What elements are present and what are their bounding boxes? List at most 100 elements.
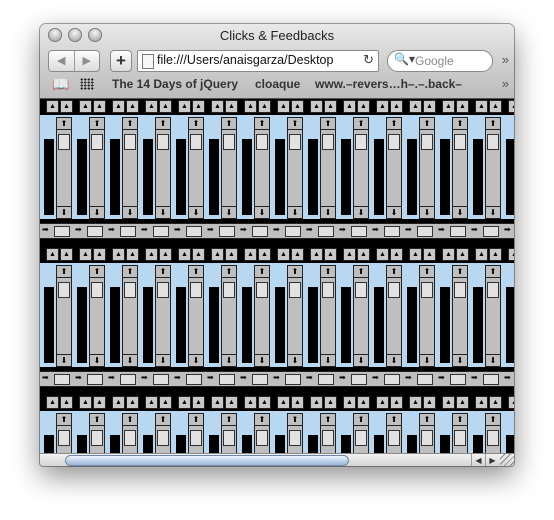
down-arrow-icon: ⬇	[222, 206, 236, 218]
up-arrow-icon: ▲	[112, 396, 125, 409]
browser-toolbar: Clicks & Feedbacks ◀ ▶ + file:///Users/a…	[40, 24, 514, 99]
toolbar-overflow-icon[interactable]: »	[502, 52, 509, 67]
up-arrow-icon: ▲	[475, 100, 488, 113]
vertical-scrollbar: ⬆⬇	[122, 117, 138, 219]
up-arrow-icon: ▲	[508, 100, 514, 113]
up-arrow-icon: ▲	[178, 100, 191, 113]
bookmarks-book-icon[interactable]: 📖	[52, 76, 69, 93]
forward-button[interactable]: ▶	[75, 51, 100, 71]
scrollbar-thumb	[417, 226, 433, 237]
scrollbar-thumb	[219, 374, 235, 385]
resize-grip-icon[interactable]	[500, 454, 514, 466]
black-bar	[341, 287, 351, 363]
black-bar	[473, 287, 483, 363]
scrollbar-tile: ▲▲⬆⬇➡	[172, 99, 205, 247]
up-arrow-icon: ⬆	[321, 266, 335, 278]
up-arrow-icon: ▲	[93, 100, 106, 113]
scrollbar-thumb	[58, 430, 70, 446]
black-bar	[143, 139, 153, 215]
up-arrow-icon: ▲	[489, 396, 502, 409]
vertical-scrollbar: ⬆⬇	[254, 117, 270, 219]
search-icon[interactable]: 🔍▾	[394, 52, 415, 66]
search-field[interactable]: 🔍▾ Google	[387, 50, 493, 72]
vertical-scrollbar: ⬆⬇	[320, 265, 336, 367]
up-arrow-icon: ⬆	[189, 414, 203, 426]
up-arrow-icon: ▲	[258, 396, 271, 409]
horizontal-scrollbar: ➡	[205, 371, 238, 387]
up-arrow-icon: ▲	[178, 248, 191, 261]
right-arrow-icon: ➡	[108, 373, 115, 382]
right-arrow-icon: ➡	[75, 373, 82, 382]
up-arrow-icon: ▲	[244, 100, 257, 113]
up-arrow-icon: ▲	[409, 396, 422, 409]
scrollbar-thumb	[256, 430, 268, 446]
up-arrow-icon: ⬆	[288, 266, 302, 278]
vertical-scrollbar: ⬆⬇	[188, 265, 204, 367]
horizontal-scrollbar: ➡	[403, 223, 436, 239]
black-bar	[209, 435, 219, 453]
up-arrow-icon: ⬆	[90, 414, 104, 426]
up-arrow-icon: ▲	[159, 248, 172, 261]
scrollbar-thumb	[421, 430, 433, 446]
scrollbar-tile: ▲▲⬆⬇➡	[304, 99, 337, 247]
up-arrow-icon: ▲	[357, 248, 370, 261]
vertical-scrollbar: ⬆⬇	[221, 413, 237, 453]
up-arrow-icon: ⬆	[123, 414, 137, 426]
up-arrow-icon: ▲	[192, 396, 205, 409]
scrollbar-thumb	[285, 226, 301, 237]
vertical-scrollbar: ⬆⬇	[89, 117, 105, 219]
scrollbar-thumb	[285, 374, 301, 385]
horizontal-scrollbar: ➡	[304, 371, 337, 387]
horizontal-scrollbar[interactable]: ◀ ▶	[40, 453, 514, 466]
top-sites-grid-icon[interactable]	[80, 78, 94, 90]
right-arrow-icon: ➡	[141, 225, 148, 234]
address-text[interactable]: file:///Users/anaisgarza/Desktop	[157, 53, 357, 67]
right-arrow-icon: ➡	[339, 225, 346, 234]
scrollbar-thumb	[91, 282, 103, 298]
bookmarks-overflow-icon[interactable]: »	[502, 76, 509, 91]
right-arrow-icon: ➡	[471, 225, 478, 234]
right-arrow-icon: ➡	[372, 225, 379, 234]
add-bookmark-button[interactable]: +	[110, 50, 132, 72]
up-arrow-icon: ▲	[79, 100, 92, 113]
horizontal-scrollbar: ➡	[469, 223, 502, 239]
up-arrow-icon: ▲	[442, 396, 455, 409]
horizontal-scrollbar: ➡	[502, 223, 514, 239]
up-arrow-icon: ▲	[291, 248, 304, 261]
bookmark-item[interactable]: www.–revers…h–.–.back–	[315, 77, 462, 91]
vertical-scrollbar: ⬆⬇	[122, 413, 138, 453]
scrollbar-tile: ▲▲⬆⬇➡	[304, 395, 337, 453]
back-button[interactable]: ◀	[49, 51, 75, 71]
scrollbar-thumb	[87, 226, 103, 237]
up-arrow-icon: ⬆	[387, 266, 401, 278]
up-arrow-icon: ▲	[244, 396, 257, 409]
scrollbar-thumb[interactable]	[65, 455, 349, 466]
scrollbar-tile: ▲▲⬆⬇➡	[271, 395, 304, 453]
bookmark-item[interactable]: cloaque	[255, 77, 300, 91]
scrollbar-thumb	[223, 430, 235, 446]
scroll-right-arrow[interactable]: ▶	[485, 454, 499, 466]
scrollbar-thumb	[417, 374, 433, 385]
vertical-scrollbar: ⬆⬇	[320, 413, 336, 453]
black-bar	[407, 435, 417, 453]
scrollbar-thumb	[186, 374, 202, 385]
vertical-scrollbar: ⬆⬇	[419, 117, 435, 219]
right-arrow-icon: ➡	[273, 373, 280, 382]
up-arrow-icon: ⬆	[222, 414, 236, 426]
down-arrow-icon: ⬇	[354, 354, 368, 366]
up-arrow-icon: ▲	[178, 396, 191, 409]
scrollbar-tile: ▲▲⬆⬇➡	[73, 247, 106, 395]
address-bar[interactable]: file:///Users/anaisgarza/Desktop ↻	[137, 50, 379, 72]
scrollbar-tile: ▲▲⬆⬇➡	[337, 99, 370, 247]
up-arrow-icon: ▲	[192, 248, 205, 261]
scrollbar-thumb	[157, 282, 169, 298]
reload-icon[interactable]: ↻	[363, 52, 374, 68]
up-arrow-icon: ⬆	[354, 118, 368, 130]
up-arrow-icon: ⬆	[90, 266, 104, 278]
up-arrow-icon: ▲	[357, 100, 370, 113]
bookmark-item[interactable]: The 14 Days of jQuery	[112, 77, 238, 91]
scrollbar-thumb	[252, 374, 268, 385]
down-arrow-icon: ⬇	[156, 354, 170, 366]
up-arrow-icon: ▲	[211, 396, 224, 409]
scroll-left-arrow[interactable]: ◀	[471, 454, 485, 466]
